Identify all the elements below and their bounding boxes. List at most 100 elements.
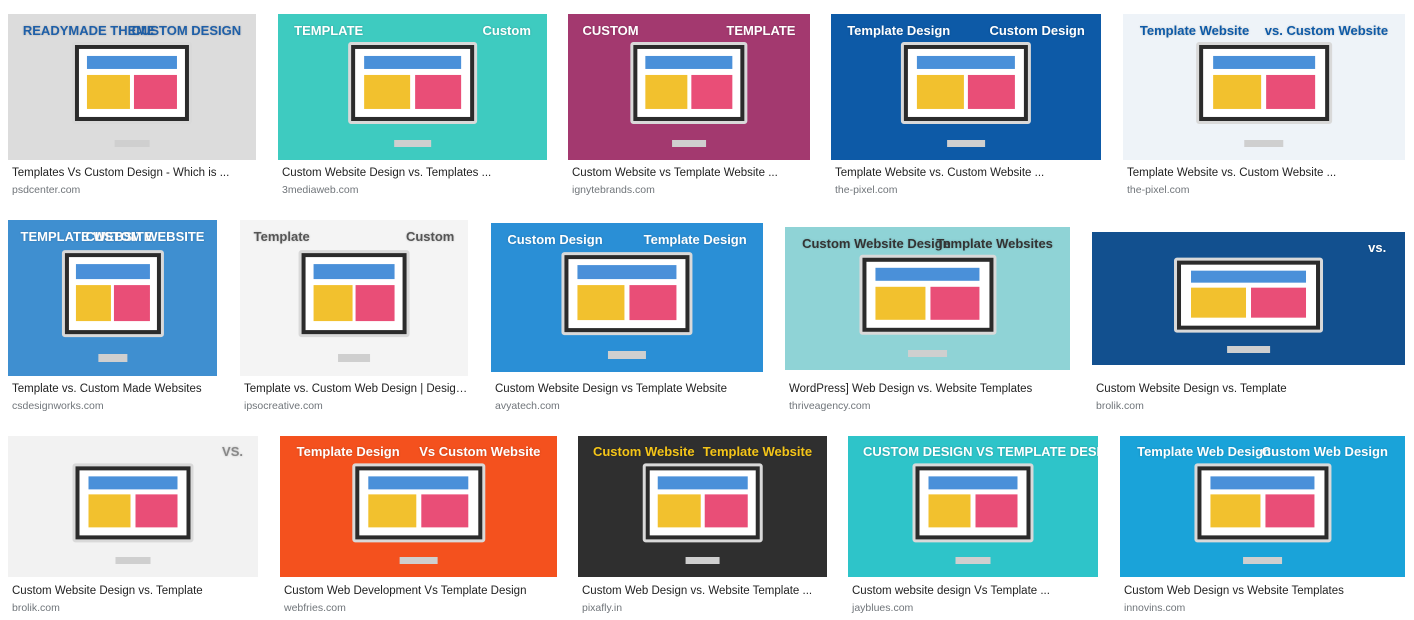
result-domain[interactable]: brolik.com xyxy=(12,602,60,614)
thumbnail-text-right: vs. Custom Website xyxy=(1264,22,1389,38)
result-domain[interactable]: brolik.com xyxy=(1096,400,1144,412)
thumbnail-text-right: vs. xyxy=(1368,239,1387,255)
result-title[interactable]: Templates Vs Custom Design - Which is ..… xyxy=(12,167,229,179)
result-thumbnail[interactable]: Template Design Custom Design xyxy=(831,14,1101,160)
result-title[interactable]: Custom Website Design vs. Templates ... xyxy=(282,167,491,179)
result-thumbnail[interactable]: Template Custom xyxy=(240,220,468,376)
result-title[interactable]: Template Website vs. Custom Website ... xyxy=(1127,167,1336,179)
monitor-illustration xyxy=(1193,462,1332,543)
monitor-stand xyxy=(1244,139,1284,147)
result-domain[interactable]: pixafly.in xyxy=(582,602,622,614)
monitor-stand xyxy=(114,139,150,147)
thumbnail-text-right: CUSTOM WEBSITE xyxy=(85,229,205,245)
thumbnail-text-right: Custom Design xyxy=(989,22,1085,38)
result-thumbnail[interactable]: Custom Website Design Template Websites xyxy=(785,227,1070,370)
result-title[interactable]: Template Website vs. Custom Website ... xyxy=(835,167,1044,179)
result-title[interactable]: Custom Web Development Vs Template Desig… xyxy=(284,585,526,597)
result-domain[interactable]: innovins.com xyxy=(1124,602,1185,614)
monitor-stand xyxy=(607,351,647,359)
monitor-illustration xyxy=(61,250,164,338)
result-thumbnail[interactable]: Template Website vs. Custom Website xyxy=(1123,14,1405,160)
thumbnail-text-right: Custom xyxy=(405,229,455,245)
thumbnail-text-left: Template Website xyxy=(1139,22,1250,38)
result-domain[interactable]: the-pixel.com xyxy=(835,184,897,196)
thumbnail-text-left: CUSTOM xyxy=(582,22,639,38)
thumbnail-text-right: Custom xyxy=(482,22,531,38)
monitor-stand xyxy=(685,557,720,565)
thumbnail-text-left: Custom Website xyxy=(592,444,695,460)
monitor-stand xyxy=(338,354,370,362)
thumbnail-text-right: CUSTOM DESIGN xyxy=(131,22,242,38)
monitor-stand xyxy=(399,557,438,565)
result-domain[interactable]: avyatech.com xyxy=(495,400,560,412)
monitor-illustration xyxy=(642,462,763,543)
result-domain[interactable]: jayblues.com xyxy=(852,602,913,614)
result-title[interactable]: Template vs. Custom Made Websites xyxy=(12,383,202,395)
result-thumbnail[interactable]: TEMPLATE WEBSITE CUSTOM WEBSITE xyxy=(8,220,217,376)
result-title[interactable]: Template vs. Custom Web Design | Design … xyxy=(244,383,472,395)
monitor-illustration xyxy=(912,462,1034,543)
thumbnail-text-left: Template Design xyxy=(296,444,400,460)
monitor-illustration xyxy=(630,41,748,124)
monitor-stand xyxy=(97,354,128,362)
result-domain[interactable]: 3mediaweb.com xyxy=(282,184,358,196)
result-thumbnail[interactable]: Template Web Design Custom Web Design xyxy=(1120,436,1405,577)
result-thumbnail[interactable]: CUSTOM TEMPLATE xyxy=(568,14,810,160)
monitor-illustration xyxy=(1173,257,1324,333)
result-thumbnail[interactable]: TEMPLATE Custom xyxy=(278,14,547,160)
result-title[interactable]: Custom website design Vs Template ... xyxy=(852,585,1050,597)
monitor-illustration xyxy=(347,41,478,124)
monitor-stand xyxy=(947,139,985,147)
result-thumbnail[interactable]: VS. xyxy=(8,436,258,577)
result-title[interactable]: Custom Website Design vs. Template xyxy=(12,585,203,597)
monitor-illustration xyxy=(351,462,486,543)
result-thumbnail[interactable]: READYMADE THEME CUSTOM DESIGN xyxy=(8,14,256,160)
result-domain[interactable]: psdcenter.com xyxy=(12,184,80,196)
monitor-stand xyxy=(393,139,432,147)
result-title[interactable]: WordPress] Web Design vs. Website Templa… xyxy=(789,383,1032,395)
monitor-stand xyxy=(672,139,706,147)
result-domain[interactable]: thriveagency.com xyxy=(789,400,871,412)
thumbnail-text-right: Custom Web Design xyxy=(1261,444,1388,460)
thumbnail-text-left: Custom Design xyxy=(507,231,603,247)
result-domain[interactable]: the-pixel.com xyxy=(1127,184,1189,196)
monitor-stand xyxy=(1242,557,1283,565)
thumbnail-text-left: TEMPLATE xyxy=(294,22,364,38)
result-thumbnail[interactable]: CUSTOM DESIGN VS TEMPLATE DESIGN xyxy=(848,436,1098,577)
result-title[interactable]: Custom Website Design vs. Template xyxy=(1096,383,1287,395)
result-thumbnail[interactable]: Custom Website Template Website xyxy=(578,436,827,577)
monitor-stand xyxy=(115,557,151,565)
monitor-stand xyxy=(1226,346,1271,354)
monitor-illustration xyxy=(298,250,410,338)
thumbnail-text-right: Template Design xyxy=(643,231,747,247)
thumbnail-text-left: Template xyxy=(253,229,310,245)
result-title[interactable]: Custom Web Design vs Website Templates xyxy=(1124,585,1344,597)
result-title[interactable]: Custom Website vs Template Website ... xyxy=(572,167,778,179)
result-title[interactable]: Custom Web Design vs. Website Template .… xyxy=(582,585,812,597)
monitor-stand xyxy=(955,557,991,565)
thumbnail-text-left: Template Web Design xyxy=(1137,444,1271,460)
monitor-stand xyxy=(907,350,948,358)
monitor-illustration xyxy=(858,254,997,335)
result-thumbnail[interactable]: Custom Design Template Design xyxy=(491,223,763,372)
monitor-illustration xyxy=(72,462,194,543)
monitor-illustration xyxy=(71,41,193,124)
thumbnail-text-left: Custom Website Design xyxy=(802,235,951,251)
result-thumbnail[interactable]: Template Design Vs Custom Website xyxy=(280,436,557,577)
result-title[interactable]: Custom Website Design vs Template Websit… xyxy=(495,383,727,395)
monitor-illustration xyxy=(561,251,693,336)
thumbnail-text-right: Template Websites xyxy=(936,235,1053,251)
result-domain[interactable]: ipsocreative.com xyxy=(244,400,323,412)
thumbnail-text-right: VS. xyxy=(222,444,243,460)
thumbnail-text-left: CUSTOM DESIGN VS TEMPLATE DESIGN xyxy=(863,444,1098,460)
thumbnail-text-right: Template Website xyxy=(702,444,813,460)
thumbnail-text-left: Template Design xyxy=(847,22,951,38)
thumbnail-text-right: Vs Custom Website xyxy=(419,444,541,460)
monitor-illustration xyxy=(1196,41,1332,124)
thumbnail-text-right: TEMPLATE xyxy=(726,22,796,38)
monitor-illustration xyxy=(900,41,1032,124)
result-domain[interactable]: csdesignworks.com xyxy=(12,400,104,412)
result-thumbnail[interactable]: vs. xyxy=(1092,232,1405,365)
result-domain[interactable]: webfries.com xyxy=(284,602,346,614)
result-domain[interactable]: ignytebrands.com xyxy=(572,184,655,196)
